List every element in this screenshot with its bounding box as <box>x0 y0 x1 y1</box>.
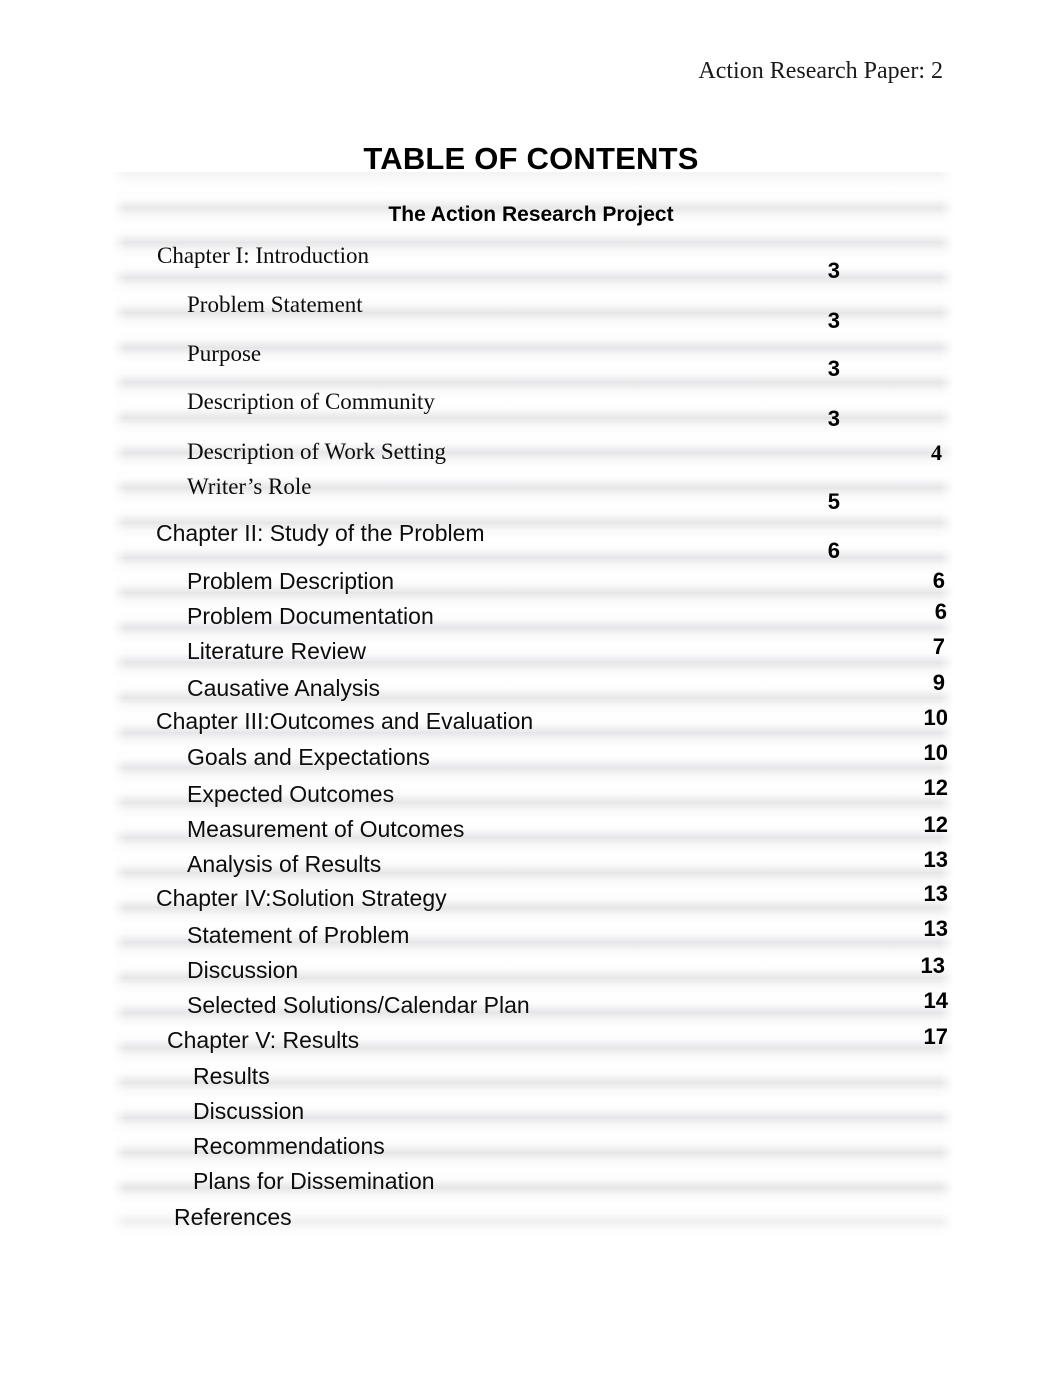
toc-entry-label[interactable]: Description of Community <box>187 389 435 415</box>
toc-entry-page-number[interactable]: 6 <box>885 568 945 594</box>
toc-entry-label[interactable]: Chapter I: Introduction <box>157 243 369 269</box>
toc-entry-page-number[interactable]: 3 <box>780 356 840 382</box>
toc-entry-label[interactable]: Recommendations <box>193 1133 385 1160</box>
toc-entry-page-number[interactable]: 12 <box>888 812 948 838</box>
toc-entry-page-number[interactable]: 6 <box>780 538 840 564</box>
toc-entry-page-number[interactable]: 9 <box>885 670 945 696</box>
toc-entry-label[interactable]: Chapter III:Outcomes and Evaluation <box>156 708 533 735</box>
toc-entry-page-number[interactable]: 4 <box>882 440 942 466</box>
toc-entry-label[interactable]: Chapter V: Results <box>167 1027 359 1054</box>
toc-entry-label[interactable]: Measurement of Outcomes <box>187 816 464 843</box>
toc-entry-page-number[interactable]: 5 <box>780 489 840 515</box>
toc-entry-page-number[interactable]: 7 <box>885 634 945 660</box>
table-of-contents-list: Chapter I: Introduction 3 Problem Statemen… <box>0 0 1062 1376</box>
toc-entry-label[interactable]: Literature Review <box>187 638 366 665</box>
toc-entry-label[interactable]: Expected Outcomes <box>187 781 394 808</box>
toc-entry-page-number[interactable]: 17 <box>888 1024 948 1050</box>
toc-entry-label[interactable]: Chapter II: Study of the Problem <box>156 520 485 547</box>
toc-entry-label[interactable]: Discussion <box>193 1098 304 1125</box>
toc-entry-label[interactable]: Purpose <box>187 341 261 367</box>
toc-entry-page-number[interactable]: 10 <box>888 740 948 766</box>
toc-entry-page-number[interactable]: 3 <box>780 308 840 334</box>
toc-entry-page-number[interactable]: 13 <box>885 953 945 979</box>
toc-entry-label[interactable]: Selected Solutions/Calendar Plan <box>187 992 530 1019</box>
toc-entry-page-number[interactable]: 13 <box>888 847 948 873</box>
toc-entry-label[interactable]: Problem Statement <box>187 292 363 318</box>
toc-entry-page-number[interactable]: 6 <box>887 599 947 625</box>
toc-entry-label[interactable]: Plans for Dissemination <box>193 1168 435 1195</box>
toc-entry-label[interactable]: Writer’s Role <box>187 474 311 500</box>
toc-entry-label[interactable]: Results <box>193 1063 270 1090</box>
toc-entry-label[interactable]: Description of Work Setting <box>187 439 446 465</box>
toc-entry-label[interactable]: Causative Analysis <box>187 675 380 702</box>
toc-entry-page-number[interactable]: 3 <box>780 406 840 432</box>
toc-entry-page-number[interactable]: 13 <box>888 881 948 907</box>
toc-entry-label[interactable]: Problem Documentation <box>187 603 434 630</box>
toc-entry-page-number[interactable]: 3 <box>780 258 840 284</box>
toc-entry-label[interactable]: Chapter IV:Solution Strategy <box>156 885 447 912</box>
toc-entry-page-number[interactable]: 14 <box>888 988 948 1014</box>
toc-entry-label[interactable]: Statement of Problem <box>187 922 409 949</box>
toc-entry-label[interactable]: Goals and Expectations <box>187 744 430 771</box>
toc-entry-page-number[interactable]: 12 <box>888 775 948 801</box>
document-page: Action Research Paper: 2 TABLE OF CONTEN… <box>0 0 1062 1376</box>
toc-entry-page-number[interactable]: 13 <box>888 916 948 942</box>
toc-entry-label[interactable]: References <box>174 1204 292 1231</box>
toc-entry-label[interactable]: Discussion <box>187 957 298 984</box>
toc-entry-page-number[interactable]: 10 <box>888 705 948 731</box>
toc-entry-label[interactable]: Problem Description <box>187 568 394 595</box>
toc-entry-label[interactable]: Analysis of Results <box>187 851 381 878</box>
